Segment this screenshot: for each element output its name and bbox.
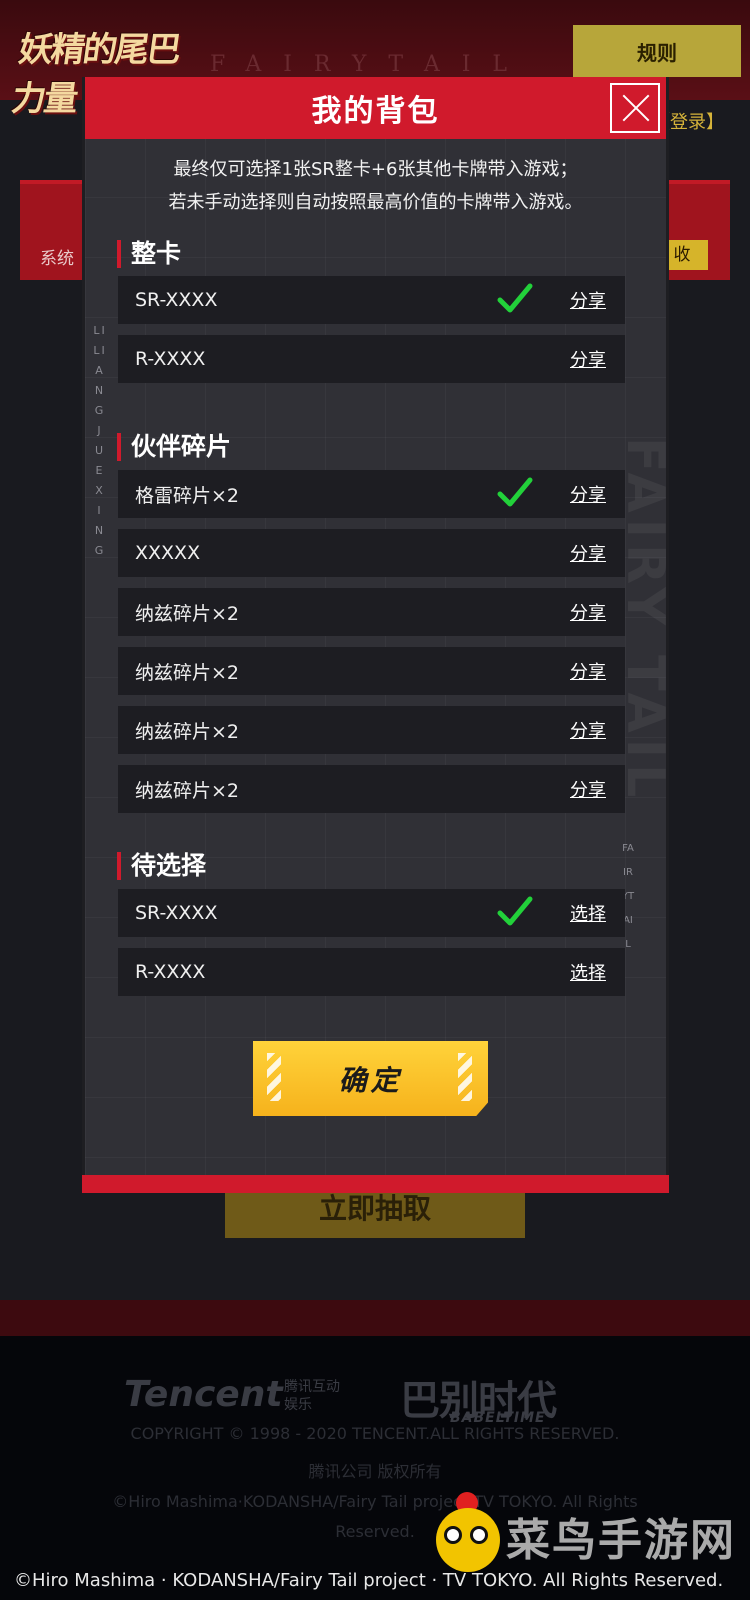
pending-label: SR-XXXX xyxy=(135,902,218,924)
check-icon xyxy=(497,477,533,507)
tencent-logo-cn: 腾讯互动娱乐 xyxy=(284,1379,340,1413)
section-title-pending: 待选择 xyxy=(117,852,206,880)
system-label: 系统 xyxy=(40,249,74,269)
fragment-row[interactable]: 格雷碎片×2 分享 xyxy=(118,470,625,518)
pending-row[interactable]: SR-XXXX 选择 xyxy=(118,889,625,937)
copyright-cn-text: 腾讯公司 版权所有 xyxy=(308,1462,442,1481)
section-title-fragments: 伙伴碎片 xyxy=(117,433,231,461)
share-button[interactable]: 分享 xyxy=(570,287,606,313)
fragment-row[interactable]: 纳兹碎片×2 分享 xyxy=(118,647,625,695)
notice-line-1: 最终仅可选择1张SR整卡+6张其他卡牌带入游戏； xyxy=(173,159,578,180)
confirm-button[interactable]: 确定 xyxy=(253,1041,488,1116)
close-icon[interactable] xyxy=(610,83,660,133)
site-watermark: 菜鸟手游网 xyxy=(506,1515,736,1566)
credit-line: ©Hiro Mashima · KODANSHA/Fairy Tail proj… xyxy=(14,1570,724,1591)
fragment-label: XXXXX xyxy=(135,542,201,564)
stripe-decor-left xyxy=(267,1053,281,1101)
select-button[interactable]: 选择 xyxy=(570,959,606,985)
check-icon xyxy=(497,283,533,313)
select-button[interactable]: 选择 xyxy=(570,900,606,926)
stripe-decor-right xyxy=(458,1053,472,1101)
fragment-label: 纳兹碎片×2 xyxy=(135,779,240,802)
share-button[interactable]: 分享 xyxy=(570,540,606,566)
section-title-full-cards: 整卡 xyxy=(117,240,181,268)
modal-footer-bar xyxy=(82,1175,669,1193)
check-icon xyxy=(497,896,533,926)
share-button[interactable]: 分享 xyxy=(570,346,606,372)
tencent-logo: Tencent xyxy=(124,1374,283,1415)
card-row[interactable]: R-XXXX 分享 xyxy=(118,335,625,383)
header-watermark: FAIRYTAIL xyxy=(210,52,529,77)
watermark-mascot-icon xyxy=(436,1508,500,1572)
share-button[interactable]: 分享 xyxy=(570,481,606,507)
card-label: SR-XXXX xyxy=(135,289,218,311)
share-button[interactable]: 分享 xyxy=(570,599,606,625)
page-bottom-bar xyxy=(0,1300,750,1336)
fragment-label: 格雷碎片×2 xyxy=(135,484,240,507)
pending-label: R-XXXX xyxy=(135,961,206,983)
fragment-row[interactable]: XXXXX 分享 xyxy=(118,529,625,577)
notice-text: 最终仅可选择1张SR整卡+6张其他卡牌带入游戏； 若未手动选择则自动按照最高价值… xyxy=(85,153,666,219)
pending-row[interactable]: R-XXXX 选择 xyxy=(118,948,625,996)
fragment-label: 纳兹碎片×2 xyxy=(135,602,240,625)
modal-header: 我的背包 xyxy=(85,77,666,139)
share-button[interactable]: 分享 xyxy=(570,717,606,743)
fragment-row[interactable]: 纳兹碎片×2 分享 xyxy=(118,588,625,636)
card-label: R-XXXX xyxy=(135,348,206,370)
copyright-text: COPYRIGHT © 1998 - 2020 TENCENT.ALL RIGH… xyxy=(130,1424,620,1443)
notice-line-2: 若未手动选择则自动按照最高价值的卡牌带入游戏。 xyxy=(168,192,583,213)
fragment-row[interactable]: 纳兹碎片×2 分享 xyxy=(118,765,625,813)
share-button[interactable]: 分享 xyxy=(570,658,606,684)
fragment-label: 纳兹碎片×2 xyxy=(135,661,240,684)
confirm-label: 确定 xyxy=(338,1063,403,1097)
fragment-row[interactable]: 纳兹碎片×2 分享 xyxy=(118,706,625,754)
share-button[interactable]: 分享 xyxy=(570,776,606,802)
side-decor-text-left: LILIANGJUEXING xyxy=(93,324,107,557)
modal-title: 我的背包 xyxy=(311,94,440,129)
card-row[interactable]: SR-XXXX 分享 xyxy=(118,276,625,324)
rules-button[interactable]: 规则 xyxy=(573,25,741,77)
backpack-modal: FAIRY TAIL LILIANGJUEXING FAIRYTAIL 我的背包… xyxy=(82,77,675,1193)
fragment-label: 纳兹碎片×2 xyxy=(135,720,240,743)
